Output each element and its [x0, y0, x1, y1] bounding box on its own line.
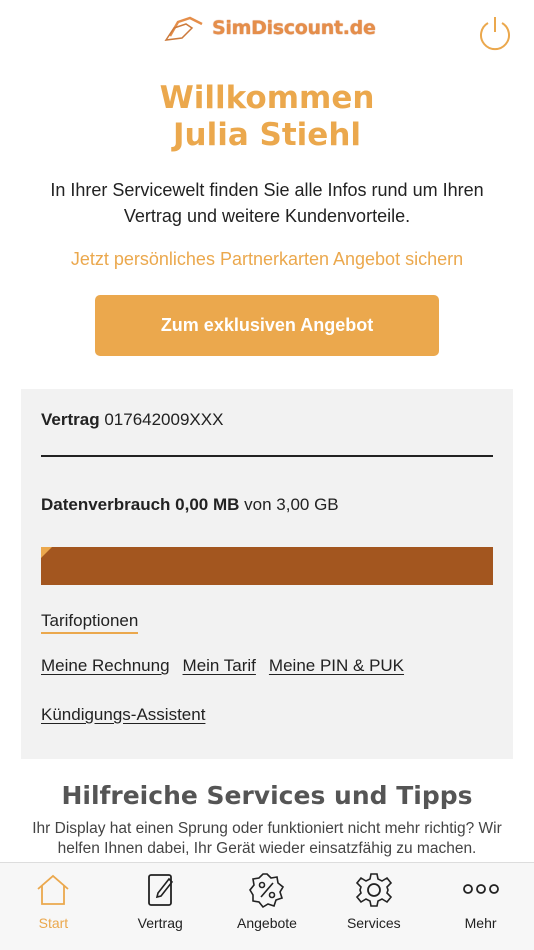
tab-start[interactable]: Start: [0, 863, 107, 950]
cancellation-assistant-link[interactable]: Kündigungs-Assistent: [41, 705, 205, 725]
bottom-tab-bar: Start Vertrag Angebote Services Mehr: [0, 862, 534, 950]
customer-name: Julia Stiehl: [172, 117, 362, 153]
contract-icon: [148, 874, 174, 906]
tariff-options-link[interactable]: Tarifoptionen: [41, 611, 139, 634]
data-usage-label: Datenverbrauch 0,00 MB: [41, 495, 240, 514]
brand-logo: SimDiscount.de: [164, 14, 376, 42]
contract-number: 017642009XXX: [104, 410, 224, 429]
partner-offer-link[interactable]: Jetzt persönliches Partnerkarten Angebot…: [0, 249, 534, 270]
percent-badge-icon: [249, 873, 285, 909]
tab-label: Services: [346, 915, 401, 931]
app-header: SimDiscount.de: [0, 0, 534, 70]
tab-vertrag[interactable]: Vertrag: [107, 863, 214, 950]
account-links: Meine Rechnung Mein Tarif Meine PIN & PU…: [41, 656, 404, 676]
home-icon: [37, 874, 69, 905]
services-title: Hilfreiche Services und Tipps: [61, 781, 473, 810]
tab-label: Mehr: [464, 915, 497, 931]
intro-text: In Ihrer Servicewelt finden Sie alle Inf…: [50, 180, 484, 226]
tab-label: Angebote: [237, 915, 297, 931]
services-text: Ihr Display hat einen Sprung oder funkti…: [32, 820, 502, 857]
data-usage-marker: [41, 547, 52, 558]
invoice-link[interactable]: Meine Rechnung: [41, 656, 170, 676]
data-usage-info: Datenverbrauch 0,00 MB von 3,00 GB: [41, 495, 339, 515]
tab-mehr[interactable]: Mehr: [427, 863, 534, 950]
contract-card: Vertrag 017642009XXX Datenverbrauch 0,00…: [21, 389, 513, 759]
tab-label: Vertrag: [137, 915, 183, 931]
welcome-line: Willkommen: [159, 80, 375, 116]
data-usage-total: von 3,00 GB: [244, 495, 339, 514]
contract-info: Vertrag 017642009XXX: [41, 410, 223, 430]
tariff-link[interactable]: Mein Tarif: [183, 656, 256, 676]
more-dots-icon: [462, 884, 499, 894]
gear-icon: [355, 873, 392, 907]
sim-card-logo-icon: [164, 16, 203, 41]
contract-label: Vertrag: [41, 410, 100, 429]
welcome-heading: Willkommen Julia Stiehl: [0, 80, 534, 154]
pin-puk-link[interactable]: Meine PIN & PUK: [269, 656, 404, 676]
tab-services[interactable]: Services: [320, 863, 427, 950]
tab-angebote[interactable]: Angebote: [214, 863, 321, 950]
divider: [41, 455, 493, 457]
logout-button[interactable]: [476, 14, 514, 52]
power-icon: [480, 17, 510, 51]
tab-label: Start: [38, 915, 69, 931]
logo-text: SimDiscount.de: [212, 17, 376, 39]
data-usage-bar: [41, 547, 493, 585]
exclusive-offer-button[interactable]: Zum exklusiven Angebot: [95, 295, 439, 356]
